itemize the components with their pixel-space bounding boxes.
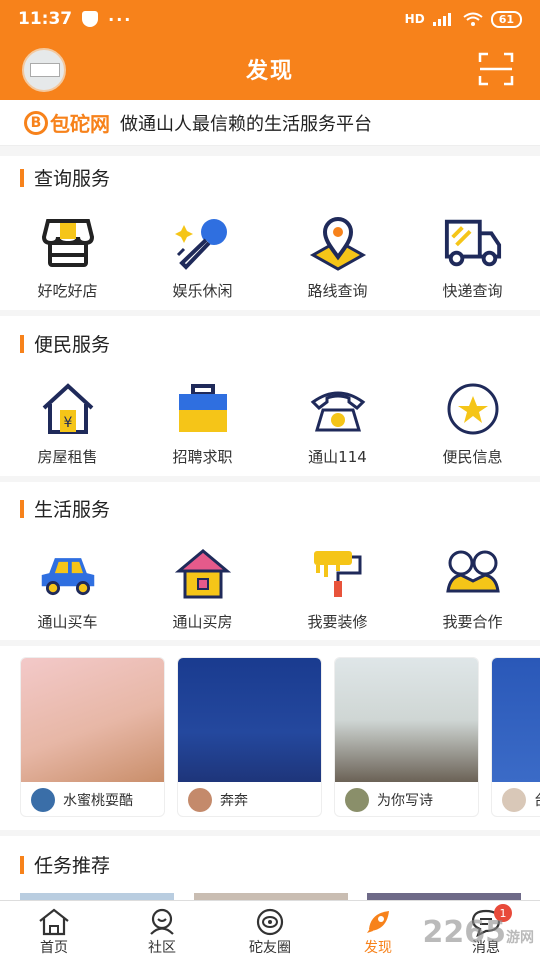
query-services-grid: 好吃好店 娱乐休闲 路线查询 快递查询 (0, 214, 540, 301)
photo-image (178, 658, 321, 782)
paint-roller-icon (308, 545, 368, 603)
service-jobs[interactable]: 招聘求职 (135, 380, 270, 467)
home-icon (173, 545, 233, 603)
status-time: 11:37 (18, 9, 73, 29)
section-title-query: 查询服务 (20, 164, 110, 191)
service-cooperation[interactable]: 我要合作 (405, 545, 540, 632)
car-icon (38, 545, 98, 603)
tab-discover[interactable]: 发现 (324, 901, 432, 960)
service-convenience-info[interactable]: 便民信息 (405, 380, 540, 467)
house-yen-icon: ¥ (38, 380, 98, 438)
telephone-icon (308, 380, 368, 438)
photo-card[interactable]: 奔奔 (177, 657, 322, 817)
life-services-grid: 通山买车 通山买房 我要装修 我要合作 (0, 545, 540, 632)
service-entertainment[interactable]: 娱乐休闲 (135, 214, 270, 301)
divider (0, 640, 540, 646)
photo-image (335, 658, 478, 782)
divider (0, 476, 540, 482)
photo-card[interactable]: 为你写诗 (334, 657, 479, 817)
user-avatar (31, 788, 55, 812)
divider (0, 310, 540, 316)
map-pin-icon (308, 214, 368, 272)
service-buy-house[interactable]: 通山买房 (135, 545, 270, 632)
briefcase-icon (173, 380, 233, 438)
divider (0, 830, 540, 836)
photo-card[interactable]: 台 (491, 657, 540, 817)
star-badge-icon (443, 380, 503, 438)
photo-image (21, 658, 164, 782)
service-good-food[interactable]: 好吃好店 (0, 214, 135, 301)
store-icon (38, 214, 98, 272)
truck-icon (443, 214, 503, 272)
user-avatar (188, 788, 212, 812)
circle-eye-icon (256, 908, 284, 936)
photo-card-list: 水蜜桃耍酷 奔奔 为你写诗 台 (20, 657, 540, 817)
service-decoration[interactable]: 我要装修 (270, 545, 405, 632)
service-route-query[interactable]: 路线查询 (270, 214, 405, 301)
section-title-convenience: 便民服务 (20, 330, 110, 357)
watermark: 2265游网 (422, 915, 535, 950)
status-more-dots: ··· (108, 9, 133, 29)
user-avatar (345, 788, 369, 812)
home-outline-icon (39, 908, 69, 936)
top-header: 发现 (0, 38, 540, 100)
signal-label: HD (404, 12, 425, 26)
user-avatar (502, 788, 526, 812)
photo-image (492, 658, 540, 782)
service-tongshan-114[interactable]: 通山114 (270, 380, 405, 467)
photo-card[interactable]: 水蜜桃耍酷 (20, 657, 165, 817)
community-icon (150, 908, 174, 935)
tab-community[interactable]: 社区 (108, 901, 216, 960)
signal-icon (432, 13, 451, 26)
page-title: 发现 (245, 59, 294, 84)
service-express-query[interactable]: 快递查询 (405, 214, 540, 301)
status-bar: 11:37 ··· HD 61 (0, 0, 540, 38)
section-title-life: 生活服务 (20, 495, 110, 522)
tab-friends-circle[interactable]: 砣友圈 (216, 901, 324, 960)
divider (0, 146, 540, 156)
service-housing[interactable]: ¥ 房屋租售 (0, 380, 135, 467)
wifi-icon (463, 12, 483, 26)
section-title-tasks: 任务推荐 (20, 851, 110, 878)
service-buy-car[interactable]: 通山买车 (0, 545, 135, 632)
tab-home[interactable]: 首页 (0, 901, 108, 960)
battery-indicator: 61 (490, 10, 522, 28)
rocket-icon (367, 911, 389, 933)
shield-icon (82, 11, 99, 27)
scan-icon[interactable] (478, 52, 514, 86)
convenience-services-grid: ¥ 房屋租售 招聘求职 通山114 便民信息 (0, 380, 540, 467)
slogan-bar: B 包砣网 做通山人最信赖的生活服务平台 (0, 100, 540, 146)
svg-text:¥: ¥ (63, 415, 72, 431)
slogan-text: 做通山人最信赖的生活服务平台 (120, 113, 372, 135)
handshake-icon (443, 545, 503, 603)
brand-logo: B 包砣网 (24, 108, 110, 137)
avatar[interactable] (22, 48, 66, 92)
microphone-icon (173, 214, 233, 272)
